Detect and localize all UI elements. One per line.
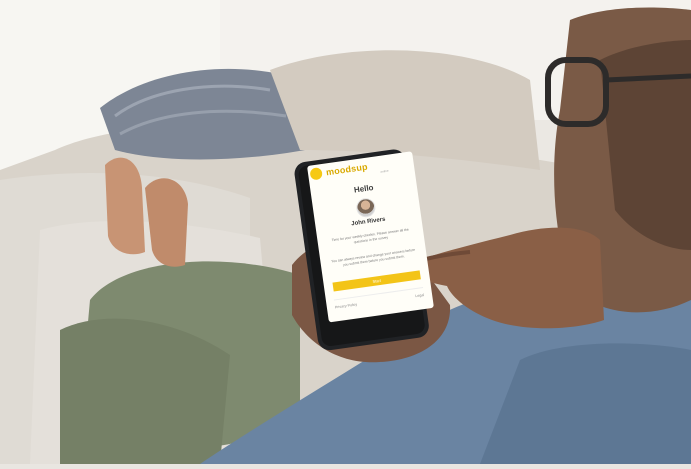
greeting-title: Hello bbox=[353, 183, 375, 195]
sun-logo-icon bbox=[309, 167, 323, 181]
phone-screen: moodsup online Hello John Rivers Time fo… bbox=[307, 151, 434, 323]
brand-subtitle: online bbox=[380, 168, 389, 174]
review-message: You can always review and change your an… bbox=[330, 247, 416, 267]
user-avatar bbox=[355, 196, 377, 219]
brand-name: moodsup bbox=[325, 161, 369, 178]
privacy-policy-link[interactable]: Privacy Policy bbox=[335, 302, 358, 309]
checkin-message: Time for your weekly checkin. Please ans… bbox=[331, 227, 409, 244]
legal-link[interactable]: Legal bbox=[415, 293, 424, 298]
